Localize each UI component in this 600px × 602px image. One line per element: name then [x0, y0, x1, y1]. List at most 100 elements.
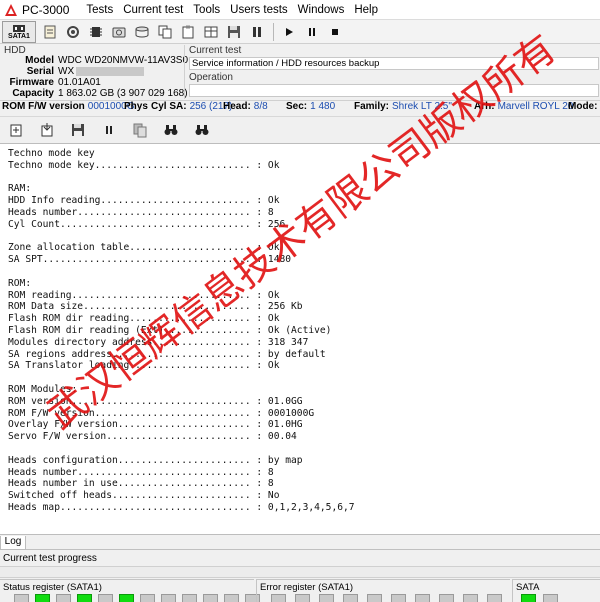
phys-label: Phys	[124, 101, 148, 112]
log-line: Heads configuration.....................…	[8, 454, 303, 466]
menu-users-tests[interactable]: Users tests	[225, 4, 293, 16]
progress-label: Current test progress	[3, 553, 97, 564]
disk-stack-icon	[135, 26, 149, 37]
status-register-led-10	[224, 594, 239, 602]
tool-button-2[interactable]	[62, 21, 84, 43]
tool-button-8[interactable]	[200, 21, 222, 43]
family-group: Family: Shrek LT 2.5"	[354, 101, 452, 112]
bottom-tab-bar: Log	[0, 536, 600, 550]
arh-value: Marvell ROYL 20	[497, 101, 574, 112]
status-register-panel: Status register (SATA1)	[0, 579, 260, 602]
menu-tests[interactable]: Tests	[81, 4, 118, 16]
sata-led-1	[543, 594, 558, 602]
error-register-led-5	[391, 594, 406, 602]
open-file-icon	[10, 124, 22, 136]
pc3000-logo-icon	[4, 3, 18, 17]
pause-log-button[interactable]	[98, 119, 120, 141]
pause-button[interactable]	[301, 21, 323, 43]
rom-fw-label: ROM F/W version	[2, 101, 85, 112]
error-register-led-4	[367, 594, 382, 602]
current-test-panel: Current test Service information / HDD r…	[184, 45, 600, 99]
open-button[interactable]	[5, 119, 27, 141]
log-output[interactable]: Techno mode key Techno mode key..........…	[0, 143, 600, 535]
scroll-icon	[44, 25, 56, 38]
firmware-value: 01.01A01	[58, 77, 101, 88]
status-register-led-8	[182, 594, 197, 602]
log-line: Zone allocation table...................…	[8, 242, 280, 254]
save-icon	[228, 25, 240, 38]
log-line: ROM Data size...........................…	[8, 301, 303, 313]
gear-icon	[67, 25, 79, 38]
toolbar-separator	[273, 22, 274, 41]
tool-button-4[interactable]	[108, 21, 130, 43]
stop-icon	[332, 28, 338, 35]
tool-button-9[interactable]	[223, 21, 245, 43]
arh-label: Arh:	[474, 101, 495, 112]
menu-windows[interactable]: Windows	[293, 4, 350, 16]
family-label: Family:	[354, 101, 390, 112]
drive-icon	[112, 27, 126, 37]
tool-button-3[interactable]	[85, 21, 107, 43]
tool-button-10[interactable]	[246, 21, 268, 43]
log-line: Cyl Count...............................…	[8, 218, 286, 230]
capacity-label: Capacity	[12, 88, 54, 99]
log-line: SA Translator loading...................…	[8, 360, 280, 372]
hdd-info-panel: HDD Model WDC WD20NMVW-11AV3S0 Serial WX…	[2, 45, 188, 99]
tool-button-7[interactable]	[177, 21, 199, 43]
log-toolbar	[0, 116, 600, 142]
log-line: ROM F/W version.........................…	[8, 407, 315, 419]
main-toolbar: SATA1	[0, 20, 600, 44]
log-line: Switched off heads......................…	[8, 490, 280, 502]
sec-value: 1 480	[310, 101, 336, 112]
tool-button-5[interactable]	[131, 21, 153, 43]
log-line: HDD Info reading........................…	[8, 195, 280, 207]
stop-button[interactable]	[324, 21, 346, 43]
log-line: Heads number in use.....................…	[8, 478, 274, 490]
menu-current-test[interactable]: Current test	[118, 4, 188, 16]
serial-label: Serial	[26, 66, 54, 77]
log-line: RAM:	[8, 183, 32, 195]
sata-port-button[interactable]: SATA1	[2, 20, 36, 43]
status-register-label: Status register (SATA1)	[3, 582, 102, 593]
utility-button[interactable]	[39, 21, 61, 43]
pause-icon	[253, 26, 261, 37]
status-register-led-3	[77, 594, 92, 602]
log-line: ROM reading.............................…	[8, 289, 280, 301]
error-register-led-9	[487, 594, 502, 602]
tool-button-6[interactable]	[154, 21, 176, 43]
error-register-led-7	[439, 594, 454, 602]
play-icon	[286, 27, 293, 36]
head-value: 8/8	[253, 101, 268, 112]
cyl-sa-group: Cyl SA: 256 (217)	[151, 101, 232, 112]
log-line: Heads number............................…	[8, 466, 274, 478]
clipboard-icon	[182, 25, 194, 38]
run-button[interactable]	[278, 21, 300, 43]
save-log-button[interactable]	[67, 119, 89, 141]
chip-icon	[90, 26, 102, 37]
status-register-led-9	[203, 594, 218, 602]
sata-led-0	[521, 594, 536, 602]
sec-group: Sec: 1 480	[286, 101, 335, 112]
status-register-led-2	[56, 594, 71, 602]
sec-label: Sec:	[286, 101, 308, 112]
rom-fw-group: ROM F/W version 0001000G	[2, 101, 135, 112]
import-button[interactable]	[36, 119, 58, 141]
error-register-led-1	[295, 594, 310, 602]
status-register-led-4	[98, 594, 113, 602]
find-button[interactable]	[160, 119, 182, 141]
menu-tools[interactable]: Tools	[188, 4, 225, 16]
head-group: Head: 8/8	[223, 101, 268, 112]
log-line: SA SPT..................................…	[8, 254, 292, 266]
tab-log[interactable]: Log	[0, 536, 26, 550]
model-value: WDC WD20NMVW-11AV3S0	[58, 55, 189, 66]
copy-log-button[interactable]	[129, 119, 151, 141]
operation-label: Operation	[189, 72, 233, 83]
status-register-led-6	[140, 594, 155, 602]
cyl-sa-label: Cyl SA:	[151, 101, 187, 112]
find-next-button[interactable]	[191, 119, 213, 141]
error-register-panel: Error register (SATA1)	[256, 579, 510, 602]
port-icon	[13, 24, 25, 32]
menu-help[interactable]: Help	[349, 4, 383, 16]
